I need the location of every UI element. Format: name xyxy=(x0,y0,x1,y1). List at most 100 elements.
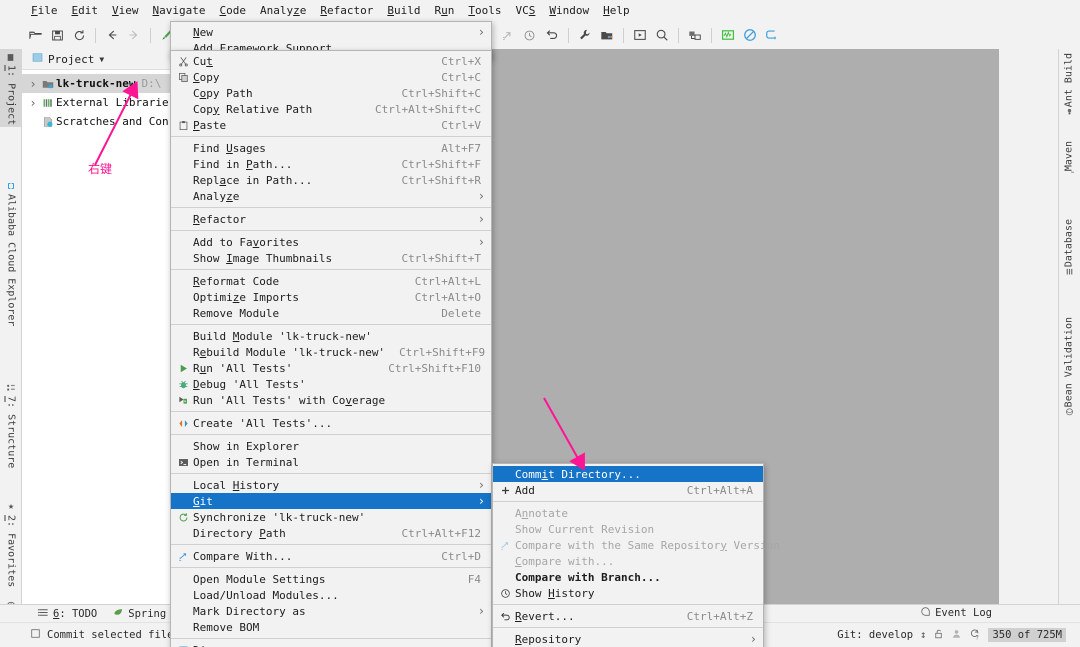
bottom-tab-6-todo[interactable]: 6: TODO xyxy=(30,605,105,622)
menu-item-open-module-settings[interactable]: Open Module Settings F4 xyxy=(171,571,491,587)
run-config-icon[interactable] xyxy=(629,24,651,46)
no-entry-icon[interactable] xyxy=(739,24,761,46)
menu-item-copy[interactable]: Copy Ctrl+C xyxy=(171,69,491,85)
menu-item-copy-path[interactable]: Copy Path Ctrl+Shift+C xyxy=(171,85,491,101)
settings-wrench-icon[interactable] xyxy=(574,24,596,46)
menu-item-label: Add to Favorites xyxy=(193,235,299,249)
project-panel-header[interactable]: Project ▼ xyxy=(22,49,184,70)
menubar-item-tools[interactable]: Tools xyxy=(461,2,508,19)
sidebar-tab-2-favorites[interactable]: ★ 2: Favorites xyxy=(0,497,22,605)
menubar-item-view[interactable]: View xyxy=(105,2,146,19)
chevron-down-icon[interactable]: ▼ xyxy=(99,55,104,64)
expand-chevron-icon[interactable]: › xyxy=(26,96,40,110)
project-tree[interactable]: › lk-truck-new D:\ › External Librarie Scratc… xyxy=(22,70,184,636)
menu-item-local-history[interactable]: Local History › xyxy=(171,477,491,493)
menu-item-analyze[interactable]: Analyze › xyxy=(171,188,491,204)
menubar-item-refactor[interactable]: Refactor xyxy=(313,2,380,19)
user-icon[interactable] xyxy=(951,628,962,643)
menubar-item-help[interactable]: Help xyxy=(596,2,637,19)
menu-item-show-image-thumbnails[interactable]: Show Image Thumbnails Ctrl+Shift+T xyxy=(171,250,491,266)
search-everywhere-icon[interactable] xyxy=(651,24,673,46)
open-folder-icon[interactable] xyxy=(24,24,46,46)
menu-item-rebuild-module-lk-truck-new[interactable]: Rebuild Module 'lk-truck-new' Ctrl+Shift+… xyxy=(171,344,491,360)
sidebar-tab-1-project[interactable]: 1: Project xyxy=(0,49,22,127)
sync-question-icon[interactable]: ? xyxy=(969,628,981,643)
menubar-item-navigate[interactable]: Navigate xyxy=(146,2,213,19)
menubar-item-code[interactable]: Code xyxy=(212,2,253,19)
menu-item-show-in-explorer[interactable]: Show in Explorer xyxy=(171,438,491,454)
menubar-item-file[interactable]: File xyxy=(24,2,65,19)
menu-item-compare-with[interactable]: Compare With... Ctrl+D xyxy=(171,548,491,564)
save-all-icon[interactable] xyxy=(46,24,68,46)
menu-item-add[interactable]: Add Ctrl+Alt+A xyxy=(493,482,763,498)
menu-item-create-all-tests[interactable]: Create 'All Tests'... xyxy=(171,415,491,431)
rollback-icon[interactable] xyxy=(541,24,563,46)
project-structure-icon[interactable] xyxy=(596,24,618,46)
menu-item-repository[interactable]: Repository › xyxy=(493,631,763,647)
menu-item-find-in-path[interactable]: Find in Path... Ctrl+Shift+F xyxy=(171,156,491,172)
menubar-item-window[interactable]: Window xyxy=(542,2,596,19)
menu-item-remove-bom[interactable]: Remove BOM xyxy=(171,619,491,635)
menu-item-remove-module[interactable]: Remove Module Delete xyxy=(171,305,491,321)
menu-item-diagrams[interactable]: Diagrams › xyxy=(171,642,491,647)
menu-item-open-in-terminal[interactable]: Open in Terminal xyxy=(171,454,491,470)
tree-node-lk-truck-new[interactable]: › lk-truck-new D:\ xyxy=(22,74,184,93)
tree-node-scratches-and-con[interactable]: Scratches and Con xyxy=(22,112,184,131)
menu-item-refactor[interactable]: Refactor › xyxy=(171,211,491,227)
menu-item-replace-in-path[interactable]: Replace in Path... Ctrl+Shift+R xyxy=(171,172,491,188)
expand-chevron-icon[interactable]: › xyxy=(26,77,40,91)
menu-item-commit-directory[interactable]: Commit Directory... xyxy=(493,466,763,482)
menu-item-run-all-tests-with-coverage[interactable]: Run 'All Tests' with Coverage xyxy=(171,392,491,408)
sidebar-tab-ant-build[interactable]: Ant Build xyxy=(1058,53,1080,123)
back-arrow-icon[interactable] xyxy=(101,24,123,46)
submenu-chevron-icon: › xyxy=(477,494,485,508)
menu-item-reformat-code[interactable]: Reformat Code Ctrl+Alt+L xyxy=(171,273,491,289)
menu-item-label: Debug 'All Tests' xyxy=(193,377,306,391)
menu-item-git[interactable]: Git › xyxy=(171,493,491,509)
sidebar-tab-alibaba-cloud-explorer[interactable]: Alibaba Cloud Explorer xyxy=(0,177,22,372)
menu-item-optimize-imports[interactable]: Optimize Imports Ctrl+Alt+O xyxy=(171,289,491,305)
menu-item-find-usages[interactable]: Find Usages Alt+F7 xyxy=(171,140,491,156)
menu-item-revert[interactable]: Revert... Ctrl+Alt+Z xyxy=(493,608,763,624)
sidebar-tab-7-structure[interactable]: 7: Structure xyxy=(0,379,22,491)
sidebar-tab-bean-validation[interactable]: Bean Validation xyxy=(1058,317,1080,423)
menu-item-paste[interactable]: Paste Ctrl+V xyxy=(171,117,491,133)
menubar-item-vcs[interactable]: VCS xyxy=(508,2,542,19)
menu-item-run-all-tests[interactable]: Run 'All Tests' Ctrl+Shift+F10 xyxy=(171,360,491,376)
menu-item-mark-directory-as[interactable]: Mark Directory as › xyxy=(171,603,491,619)
event-log-tab[interactable]: Event Log xyxy=(920,604,992,622)
code-scan-icon[interactable] xyxy=(717,24,739,46)
bottom-tab-spring[interactable]: Spring xyxy=(105,605,174,622)
sync-icon[interactable] xyxy=(68,24,90,46)
menu-item-cut[interactable]: Cut Ctrl+X xyxy=(171,53,491,69)
menu-item-show-history[interactable]: Show History xyxy=(493,585,763,601)
status-left-label[interactable]: Commit selected files xyxy=(47,629,180,641)
menubar-item-run[interactable]: Run xyxy=(427,2,461,19)
history-icon[interactable] xyxy=(519,24,541,46)
sidebar-tab-maven[interactable]: mMaven xyxy=(1058,141,1080,187)
menu-item-compare-with-branch[interactable]: Compare with Branch... xyxy=(493,569,763,585)
menu-item-load-unload-modules[interactable]: Load/Unload Modules... xyxy=(171,587,491,603)
menu-item-synchronize-lk-truck-new[interactable]: Synchronize 'lk-truck-new' xyxy=(171,509,491,525)
clipboard-icon[interactable] xyxy=(761,24,783,46)
menu-item-copy-relative-path[interactable]: Copy Relative Path Ctrl+Alt+Shift+C xyxy=(171,101,491,117)
git-branch-label[interactable]: Git: develop xyxy=(837,629,913,641)
lock-open-icon[interactable] xyxy=(933,628,944,643)
menu-item-new[interactable]: New › xyxy=(171,24,491,40)
deploy-icon[interactable] xyxy=(684,24,706,46)
memory-indicator[interactable]: 350 of 725M xyxy=(988,628,1066,642)
project-context-menu[interactable]: Cut Ctrl+X Copy Ctrl+C Copy Path Ctrl+Shift+C… xyxy=(170,50,492,647)
git-submenu[interactable]: Commit Directory... Add Ctrl+Alt+A Annotate… xyxy=(492,463,780,647)
menubar-item-analyze[interactable]: Analyze xyxy=(253,2,313,19)
menu-item-debug-all-tests[interactable]: Debug 'All Tests' xyxy=(171,376,491,392)
menu-item-add-to-favorites[interactable]: Add to Favorites › xyxy=(171,234,491,250)
menu-item-build-module-lk-truck-new[interactable]: Build Module 'lk-truck-new' xyxy=(171,328,491,344)
menubar-item-build[interactable]: Build xyxy=(380,2,427,19)
branch-caret-icon[interactable]: ↕ xyxy=(920,629,926,641)
menu-separator xyxy=(171,544,491,545)
menubar-item-edit[interactable]: Edit xyxy=(65,2,106,19)
menu-item-directory-path[interactable]: Directory Path Ctrl+Alt+F12 xyxy=(171,525,491,541)
sidebar-tab-database[interactable]: Database xyxy=(1058,219,1080,283)
submenu-chevron-icon: › xyxy=(477,235,485,249)
tree-node-external-librarie[interactable]: › External Librarie xyxy=(22,93,184,112)
